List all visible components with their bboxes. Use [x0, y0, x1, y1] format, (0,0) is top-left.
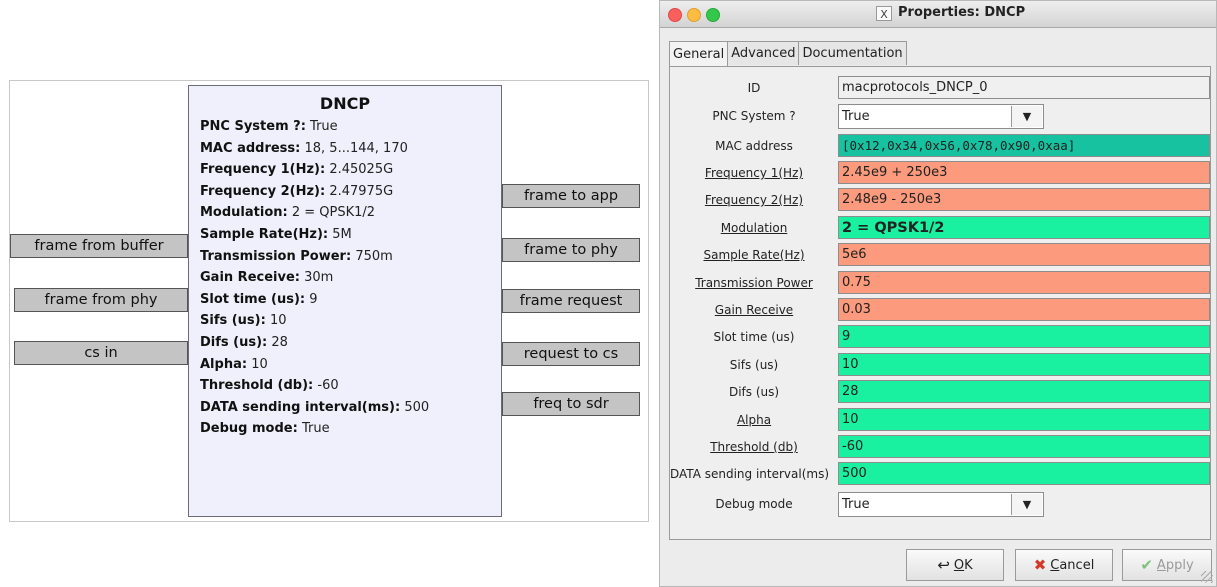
x11-app-icon: X [876, 6, 892, 21]
field-label: PNC System ? [712, 109, 796, 123]
field-row-id: ID macprotocols_DNCP_0 [670, 75, 1210, 101]
dropdown-arrow-icon[interactable]: ▼ [1011, 106, 1042, 127]
difs-field[interactable]: 28 [838, 380, 1210, 403]
debug-mode-value: True [842, 497, 870, 512]
field-row-debug: Debug mode True ▼ [670, 491, 1210, 517]
sifs-field[interactable]: 10 [838, 353, 1210, 376]
field-label: Difs (us) [728, 385, 780, 399]
sample-rate-field[interactable]: 5e6 [838, 243, 1210, 266]
alpha-field[interactable]: 10 [838, 408, 1210, 431]
field-row-alpha: Alpha 10 [670, 407, 1210, 433]
frequency-1-field[interactable]: 2.45e9 + 250e3 [838, 161, 1210, 184]
block-param: Sample Rate(Hz): 5M [200, 226, 352, 242]
field-label: DATA sending interval(ms) [670, 467, 830, 481]
field-label: ID [747, 81, 761, 95]
field-row-sifs: Sifs (us) 10 [670, 352, 1210, 378]
debug-mode-select[interactable]: True ▼ [838, 492, 1044, 517]
tab-bar: General Advanced Documentation [669, 41, 907, 66]
dialog-titlebar[interactable]: X Properties: DNCP [660, 1, 1216, 28]
input-port-cs-in[interactable]: cs in [14, 341, 188, 365]
field-label: Transmission Power [695, 276, 813, 290]
zoom-window-icon[interactable] [706, 8, 720, 22]
apply-button[interactable]: ✔ Apply [1122, 549, 1212, 581]
output-port-frame-to-phy[interactable]: frame to phy [502, 238, 640, 262]
general-panel: ID macprotocols_DNCP_0 PNC System ? True… [669, 66, 1211, 540]
output-port-frame-to-app[interactable]: frame to app [502, 184, 640, 208]
field-row-slot: Slot time (us) 9 [670, 324, 1210, 350]
field-row-gain: Gain Receive 0.03 [670, 297, 1210, 323]
modulation-field[interactable]: 2 = QPSK1/2 [838, 216, 1210, 239]
resize-grip-icon[interactable] [1201, 571, 1213, 583]
field-label: Modulation [720, 221, 788, 235]
data-interval-field[interactable]: 500 [838, 462, 1210, 485]
output-port-request-to-cs[interactable]: request to cs [502, 342, 640, 366]
block-param: Alpha: 10 [200, 356, 268, 372]
dialog-title: Properties: DNCP [898, 5, 1026, 20]
close-window-icon[interactable] [668, 8, 682, 22]
field-row-freq1: Frequency 1(Hz) 2.45e9 + 250e3 [670, 160, 1210, 186]
field-label: Frequency 1(Hz) [704, 166, 804, 180]
block-param: Frequency 1(Hz): 2.45025G [200, 162, 394, 178]
field-row-threshold: Threshold (db) -60 [670, 434, 1210, 460]
cancel-button[interactable]: ✖ Cancel [1015, 549, 1113, 581]
block-param: Sifs (us): 10 [200, 313, 287, 329]
tab-documentation[interactable]: Documentation [798, 41, 907, 65]
gain-receive-field[interactable]: 0.03 [838, 298, 1210, 321]
slot-time-field[interactable]: 9 [838, 325, 1210, 348]
block-title: DNCP [319, 94, 371, 113]
block-param: Debug mode: True [200, 421, 330, 437]
field-label: Debug mode [715, 497, 793, 511]
field-row-difs: Difs (us) 28 [670, 379, 1210, 405]
ok-button[interactable]: ↩ OK [906, 549, 1004, 581]
output-port-freq-to-sdr[interactable]: freq to sdr [502, 392, 640, 416]
field-row-freq2: Frequency 2(Hz) 2.48e9 - 250e3 [670, 187, 1210, 213]
ok-arrow-icon: ↩ [937, 556, 950, 574]
output-port-frame-request[interactable]: frame request [502, 289, 640, 313]
field-label: Sample Rate(Hz) [703, 248, 805, 262]
field-row-modulation: Modulation 2 = QPSK1/2 [670, 215, 1210, 241]
block-params: PNC System ?: True MAC address: 18, 5...… [189, 116, 501, 440]
field-label: Threshold (db) [710, 440, 798, 454]
field-label: MAC address [715, 139, 793, 153]
button-bar: ↩ OK ✖ Cancel ✔ Apply [660, 545, 1216, 585]
field-row-pnc: PNC System ? True ▼ [670, 103, 1210, 129]
field-row-interval: DATA sending interval(ms) 500 [670, 461, 1210, 487]
minimize-window-icon[interactable] [687, 8, 701, 22]
tab-general[interactable]: General [669, 41, 729, 66]
field-row-samprate: Sample Rate(Hz) 5e6 [670, 242, 1210, 268]
apply-check-icon: ✔ [1140, 556, 1153, 574]
field-label: Sifs (us) [729, 358, 779, 372]
cancel-x-icon: ✖ [1033, 556, 1047, 574]
block-param: MAC address: 18, 5...144, 170 [200, 140, 408, 156]
field-label: Gain Receive [714, 303, 794, 317]
field-label: Frequency 2(Hz) [704, 193, 804, 207]
block-param: PNC System ?: True [200, 119, 338, 134]
pnc-system-value: True [842, 109, 870, 124]
block-param: Modulation: 2 = QPSK1/2 [200, 205, 376, 221]
field-label: Slot time (us) [713, 330, 795, 344]
block-param: DATA sending interval(ms): 500 [200, 399, 430, 415]
tab-advanced[interactable]: Advanced [727, 41, 800, 65]
pnc-system-select[interactable]: True ▼ [838, 104, 1044, 129]
input-port-frame-from-buffer[interactable]: frame from buffer [10, 234, 188, 258]
field-label: Alpha [736, 413, 772, 427]
field-row-txpower: Transmission Power 0.75 [670, 270, 1210, 296]
properties-dialog: X Properties: DNCP General Advanced Docu… [659, 0, 1217, 587]
dncp-block[interactable]: DNCP PNC System ?: True MAC address: 18,… [188, 85, 502, 517]
field-row-mac: MAC address [0x12,0x34,0x56,0x78,0x90,0x… [670, 133, 1210, 159]
block-param: Difs (us): 28 [200, 334, 288, 350]
frequency-2-field[interactable]: 2.48e9 - 250e3 [838, 188, 1210, 211]
input-port-frame-from-phy[interactable]: frame from phy [14, 288, 188, 312]
mac-address-field[interactable]: [0x12,0x34,0x56,0x78,0x90,0xaa] [838, 134, 1210, 157]
block-param: Gain Receive: 30m [200, 270, 334, 286]
dropdown-arrow-icon[interactable]: ▼ [1011, 494, 1042, 515]
block-param: Transmission Power: 750m [200, 248, 393, 264]
threshold-field[interactable]: -60 [838, 435, 1210, 458]
block-param: Threshold (db): -60 [200, 378, 339, 394]
transmission-power-field[interactable]: 0.75 [838, 271, 1210, 294]
block-param: Slot time (us): 9 [200, 291, 318, 307]
block-param: Frequency 2(Hz): 2.47975G [200, 183, 394, 199]
id-field[interactable]: macprotocols_DNCP_0 [838, 76, 1210, 99]
